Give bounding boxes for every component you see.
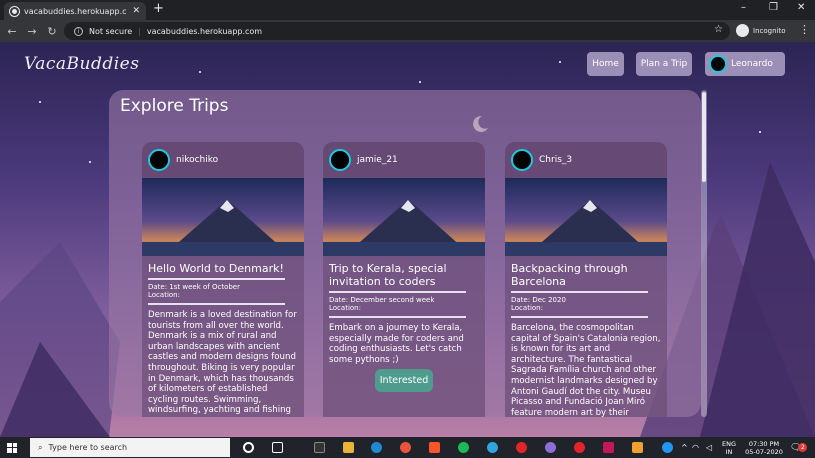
menu-kebab-icon[interactable]: ⋮ [799, 23, 810, 36]
poster-avatar[interactable] [511, 149, 533, 171]
chrome-icon[interactable] [400, 442, 411, 453]
task-view-icon[interactable] [272, 442, 283, 453]
windows-logo-icon [7, 442, 17, 453]
interested-button[interactable]: Interested [375, 369, 433, 392]
reload-icon[interactable]: ↻ [44, 25, 60, 38]
close-window-icon[interactable]: ✕ [797, 2, 805, 13]
clock[interactable]: 07:30 PM 05-07-2020 [744, 437, 784, 458]
trip-date: Date: Dec 2020 [511, 296, 566, 304]
trip-date: Date: December second week [329, 296, 435, 304]
url-text[interactable]: vacabuddies.herokuapp.com [147, 27, 262, 36]
trip-description: Denmark is a loved destination for touri… [148, 310, 297, 416]
trip-date: Date: 1st week of October [148, 283, 240, 291]
back-icon[interactable]: ← [4, 25, 20, 38]
taskbar-search[interactable]: ⌕ Type here to search [30, 438, 230, 457]
plan-trip-button[interactable]: Plan a Trip [636, 52, 692, 76]
panel-scrollbar-thumb[interactable] [702, 92, 706, 182]
card-header: jamie_21 [323, 142, 485, 178]
language-indicator[interactable]: ENG IN [722, 437, 736, 458]
tab-title: vacabuddies.herokuapp.com [24, 6, 127, 16]
poster-username[interactable]: jamie_21 [357, 155, 398, 165]
trip-card[interactable]: Chris_3 Backpacking through Barcelona Da… [505, 142, 667, 417]
start-button[interactable] [0, 437, 24, 458]
telegram-icon[interactable] [487, 442, 498, 453]
address-bar[interactable]: i Not secure | vacabuddies.herokuapp.com [64, 22, 730, 40]
page-viewport: VacaBuddies Home Plan a Trip Leonardo Ex… [0, 42, 815, 437]
app-icon[interactable] [632, 442, 643, 453]
card-body: Backpacking through Barcelona Date: Dec … [505, 256, 667, 417]
page-title: Explore Trips [120, 96, 229, 116]
trip-title[interactable]: Hello World to Denmark! [148, 262, 285, 280]
edge-icon[interactable] [371, 442, 382, 453]
browser-toolbar: ← → ↻ i Not secure | vacabuddies.herokua… [0, 20, 815, 42]
explore-trips-panel: Explore Trips nikochiko Hello World to D… [109, 90, 701, 417]
app-icon[interactable] [545, 442, 556, 453]
card-body: Trip to Kerala, special invitation to co… [323, 256, 485, 365]
card-header: nikochiko [142, 142, 304, 178]
trip-card[interactable]: jamie_21 Trip to Kerala, special invitat… [323, 142, 485, 417]
trip-meta: Date: December second week Location: [329, 296, 466, 318]
incognito-icon [736, 24, 749, 37]
bookmark-star-icon[interactable]: ☆ [714, 24, 723, 35]
wifi-icon[interactable]: ◠ [692, 437, 699, 458]
trip-card[interactable]: nikochiko Hello World to Denmark! Date: … [142, 142, 304, 417]
file-explorer-icon[interactable] [343, 442, 354, 453]
trip-location: Location: [329, 304, 361, 312]
trip-location: Location: [148, 291, 180, 299]
screen: vacabuddies.herokuapp.com ✕ + – ❐ ✕ ← → … [0, 0, 815, 458]
clock-time: 07:30 PM [748, 439, 780, 448]
poster-username[interactable]: Chris_3 [539, 155, 572, 165]
site-favicon-icon [10, 6, 19, 16]
poster-avatar[interactable] [329, 149, 351, 171]
clock-date: 05-07-2020 [745, 447, 783, 456]
spotify-icon[interactable] [458, 442, 469, 453]
opera-icon[interactable] [516, 442, 527, 453]
search-icon: ⌕ [38, 442, 43, 452]
taskbar-search-placeholder: Type here to search [48, 443, 128, 452]
close-tab-icon[interactable]: ✕ [132, 6, 140, 16]
user-name: Leonardo [731, 59, 773, 69]
trip-image [323, 178, 485, 256]
trip-image [505, 178, 667, 256]
youtube-icon[interactable] [574, 442, 585, 453]
lang-bottom: IN [725, 447, 733, 456]
new-tab-button[interactable]: + [153, 2, 164, 16]
lang-top: ENG [722, 439, 737, 448]
incognito-indicator[interactable]: Incognito [736, 24, 785, 37]
notification-count: 2 [798, 443, 808, 452]
address-separator: | [138, 26, 141, 36]
trip-description: Barcelona, the cosmopolitan capital of S… [511, 323, 661, 417]
trip-location: Location: [511, 304, 543, 312]
poster-username[interactable]: nikochiko [176, 155, 218, 165]
terminal-icon[interactable] [314, 442, 325, 453]
tray-chevron-icon[interactable]: ^ [681, 437, 688, 458]
card-body: Hello World to Denmark! Date: 1st week o… [142, 256, 304, 416]
trip-description: Embark on a journey to Kerala, especiall… [329, 323, 464, 365]
info-icon[interactable]: i [74, 26, 83, 36]
volume-icon[interactable]: ◁ [706, 437, 712, 458]
minimize-icon[interactable]: – [741, 2, 746, 13]
incognito-label: Incognito [753, 26, 786, 35]
app-icon[interactable] [603, 442, 614, 453]
card-header: Chris_3 [505, 142, 667, 178]
forward-icon[interactable]: → [24, 25, 40, 38]
browser-tab[interactable]: vacabuddies.herokuapp.com ✕ [4, 2, 146, 20]
poster-avatar[interactable] [148, 149, 170, 171]
brand-logo[interactable]: VacaBuddies [24, 54, 139, 74]
trip-title[interactable]: Backpacking through Barcelona [511, 262, 648, 293]
help-icon[interactable] [662, 442, 673, 453]
user-profile-button[interactable]: Leonardo [705, 52, 785, 76]
trip-title[interactable]: Trip to Kerala, special invitation to co… [329, 262, 466, 293]
trip-image [142, 178, 304, 256]
trip-meta: Date: Dec 2020 Location: [511, 296, 648, 318]
cortana-icon[interactable] [243, 442, 254, 453]
browser-tabstrip: vacabuddies.herokuapp.com ✕ + – ❐ ✕ [0, 0, 815, 20]
notification-center[interactable]: 🗨 2 [790, 437, 808, 458]
home-button[interactable]: Home [587, 52, 624, 76]
restore-icon[interactable]: ❐ [769, 2, 778, 13]
security-label: Not secure [89, 26, 133, 36]
trip-meta: Date: 1st week of October Location: [148, 283, 285, 305]
user-avatar [709, 55, 727, 73]
brave-icon[interactable] [429, 442, 440, 453]
